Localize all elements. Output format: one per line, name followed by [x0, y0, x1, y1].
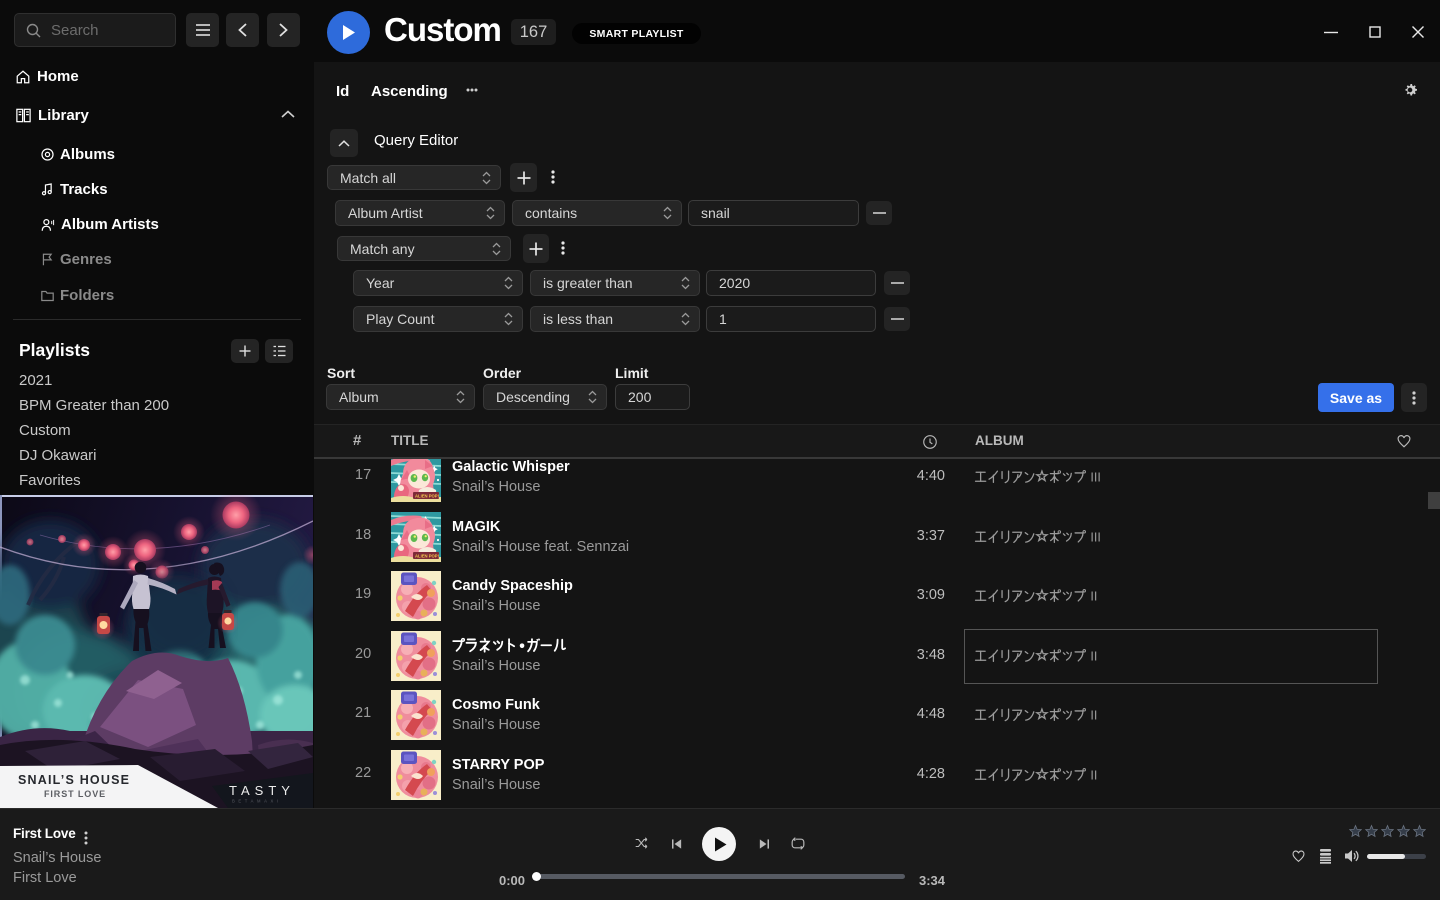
svg-text:ALIEN POP!: ALIEN POP! — [415, 494, 439, 499]
svg-text:BETAMAXI: BETAMAXI — [232, 799, 282, 804]
svg-text:SNAIL’S HOUSE: SNAIL’S HOUSE — [18, 773, 130, 787]
svg-text:TASTY: TASTY — [229, 783, 295, 798]
svg-text:II: II — [1090, 708, 1097, 722]
svg-text:III: III — [1090, 530, 1101, 544]
svg-text:ALIEN POP!: ALIEN POP! — [415, 554, 439, 559]
svg-text:III: III — [1090, 470, 1101, 484]
svg-text:FIRST LOVE: FIRST LOVE — [44, 789, 106, 799]
svg-text:II: II — [1090, 589, 1097, 603]
svg-text:II: II — [1090, 768, 1097, 782]
